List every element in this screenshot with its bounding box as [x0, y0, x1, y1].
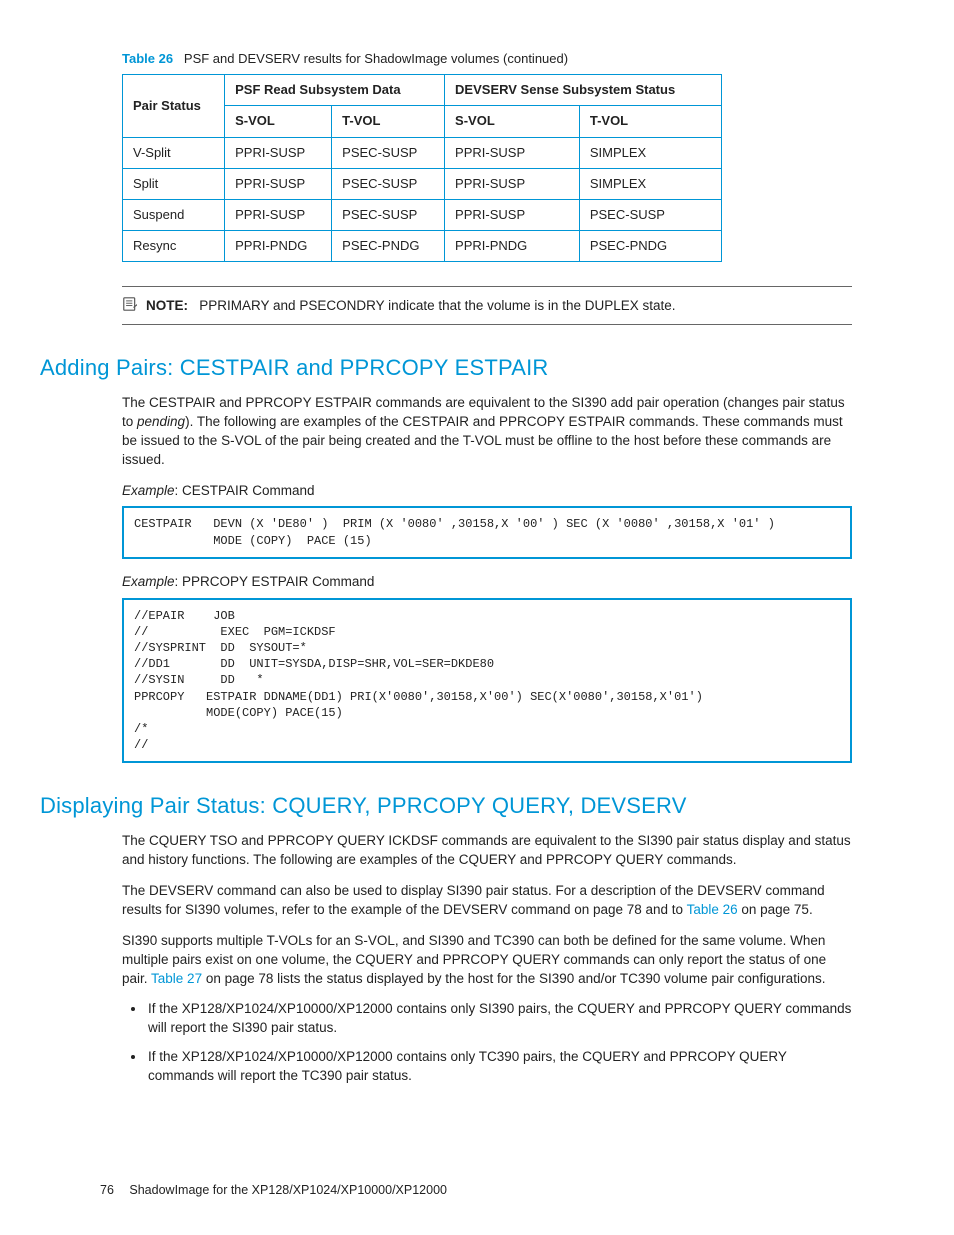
cell-ptvol: PSEC-PNDG — [332, 231, 445, 262]
table-row: V-Split PPRI-SUSP PSEC-SUSP PPRI-SUSP SI… — [123, 137, 722, 168]
table-caption: Table 26 PSF and DEVSERV results for Sha… — [122, 50, 854, 68]
page-number: 76 — [100, 1183, 114, 1197]
note-icon — [122, 297, 138, 311]
text: ). The following are examples of the CES… — [122, 414, 843, 467]
cell-ptvol: PSEC-SUSP — [332, 168, 445, 199]
example-word: Example — [122, 483, 175, 498]
note-text: NOTE: PPRIMARY and PSECONDRY indicate th… — [146, 297, 676, 316]
table-row: Resync PPRI-PNDG PSEC-PNDG PPRI-PNDG PSE… — [123, 231, 722, 262]
cell-psvol: PPRI-SUSP — [225, 137, 332, 168]
divider — [122, 324, 852, 325]
link-table-27[interactable]: Table 27 — [151, 971, 202, 986]
text-italic: pending — [137, 414, 185, 429]
paragraph: The CQUERY TSO and PPRCOPY QUERY ICKDSF … — [122, 832, 854, 870]
page-footer: 76 ShadowImage for the XP128/XP1024/XP10… — [100, 1182, 447, 1200]
cell-dsvol: PPRI-SUSP — [445, 199, 580, 230]
list-item: If the XP128/XP1024/XP10000/XP12000 cont… — [146, 1048, 854, 1086]
col-dev-svol: S-VOL — [445, 106, 580, 137]
col-pair-status: Pair Status — [123, 75, 225, 137]
cell-psvol: PPRI-PNDG — [225, 231, 332, 262]
col-psf-tvol: T-VOL — [332, 106, 445, 137]
list-item: If the XP128/XP1024/XP10000/XP12000 cont… — [146, 1000, 854, 1038]
col-devserv: DEVSERV Sense Subsystem Status — [445, 75, 722, 106]
table-header-row: Pair Status PSF Read Subsystem Data DEVS… — [123, 75, 722, 106]
cell-ptvol: PSEC-SUSP — [332, 137, 445, 168]
cell-dtvol: SIMPLEX — [579, 168, 721, 199]
heading-adding-pairs: Adding Pairs: CESTPAIR and PPRCOPY ESTPA… — [40, 353, 854, 384]
bullet-list: If the XP128/XP1024/XP10000/XP12000 cont… — [146, 1000, 854, 1086]
col-psf-svol: S-VOL — [225, 106, 332, 137]
cell-ptvol: PSEC-SUSP — [332, 199, 445, 230]
col-dev-tvol: T-VOL — [579, 106, 721, 137]
paragraph: The DEVSERV command can also be used to … — [122, 882, 854, 920]
col-psf: PSF Read Subsystem Data — [225, 75, 445, 106]
text: on page 78 lists the status displayed by… — [202, 971, 825, 986]
cell-psvol: PPRI-SUSP — [225, 199, 332, 230]
paragraph: SI390 supports multiple T-VOLs for an S-… — [122, 932, 854, 989]
cell-pair: Split — [123, 168, 225, 199]
table-row: Suspend PPRI-SUSP PSEC-SUSP PPRI-SUSP PS… — [123, 199, 722, 230]
cell-pair: Suspend — [123, 199, 225, 230]
cell-dsvol: PPRI-SUSP — [445, 137, 580, 168]
example-word: Example — [122, 574, 175, 589]
text: on page 75. — [738, 902, 813, 917]
table-row: Split PPRI-SUSP PSEC-SUSP PPRI-SUSP SIMP… — [123, 168, 722, 199]
note-label: NOTE: — [146, 298, 188, 313]
paragraph: The CESTPAIR and PPRCOPY ESTPAIR command… — [122, 394, 854, 470]
note-body: PPRIMARY and PSECONDRY indicate that the… — [199, 298, 675, 313]
note-block: NOTE: PPRIMARY and PSECONDRY indicate th… — [122, 297, 854, 316]
cell-dsvol: PPRI-SUSP — [445, 168, 580, 199]
table-label: Table 26 — [122, 51, 173, 66]
example-label: Example: PPRCOPY ESTPAIR Command — [122, 573, 854, 592]
cell-psvol: PPRI-SUSP — [225, 168, 332, 199]
cell-pair: V-Split — [123, 137, 225, 168]
footer-title: ShadowImage for the XP128/XP1024/XP10000… — [129, 1183, 447, 1197]
cell-dtvol: PSEC-SUSP — [579, 199, 721, 230]
example-text: : PPRCOPY ESTPAIR Command — [175, 574, 375, 589]
link-table-26[interactable]: Table 26 — [687, 902, 738, 917]
example-label: Example: CESTPAIR Command — [122, 482, 854, 501]
results-table: Pair Status PSF Read Subsystem Data DEVS… — [122, 74, 722, 262]
cell-pair: Resync — [123, 231, 225, 262]
cell-dtvol: PSEC-PNDG — [579, 231, 721, 262]
table-caption-text: PSF and DEVSERV results for ShadowImage … — [184, 51, 568, 66]
heading-displaying-pair-status: Displaying Pair Status: CQUERY, PPRCOPY … — [40, 791, 854, 822]
cell-dtvol: SIMPLEX — [579, 137, 721, 168]
divider — [122, 286, 852, 287]
cell-dsvol: PPRI-PNDG — [445, 231, 580, 262]
example-text: : CESTPAIR Command — [175, 483, 315, 498]
code-block-cestpair: CESTPAIR DEVN (X 'DE80' ) PRIM (X '0080'… — [122, 506, 852, 558]
code-block-pprcopy: //EPAIR JOB // EXEC PGM=ICKDSF //SYSPRIN… — [122, 598, 852, 764]
